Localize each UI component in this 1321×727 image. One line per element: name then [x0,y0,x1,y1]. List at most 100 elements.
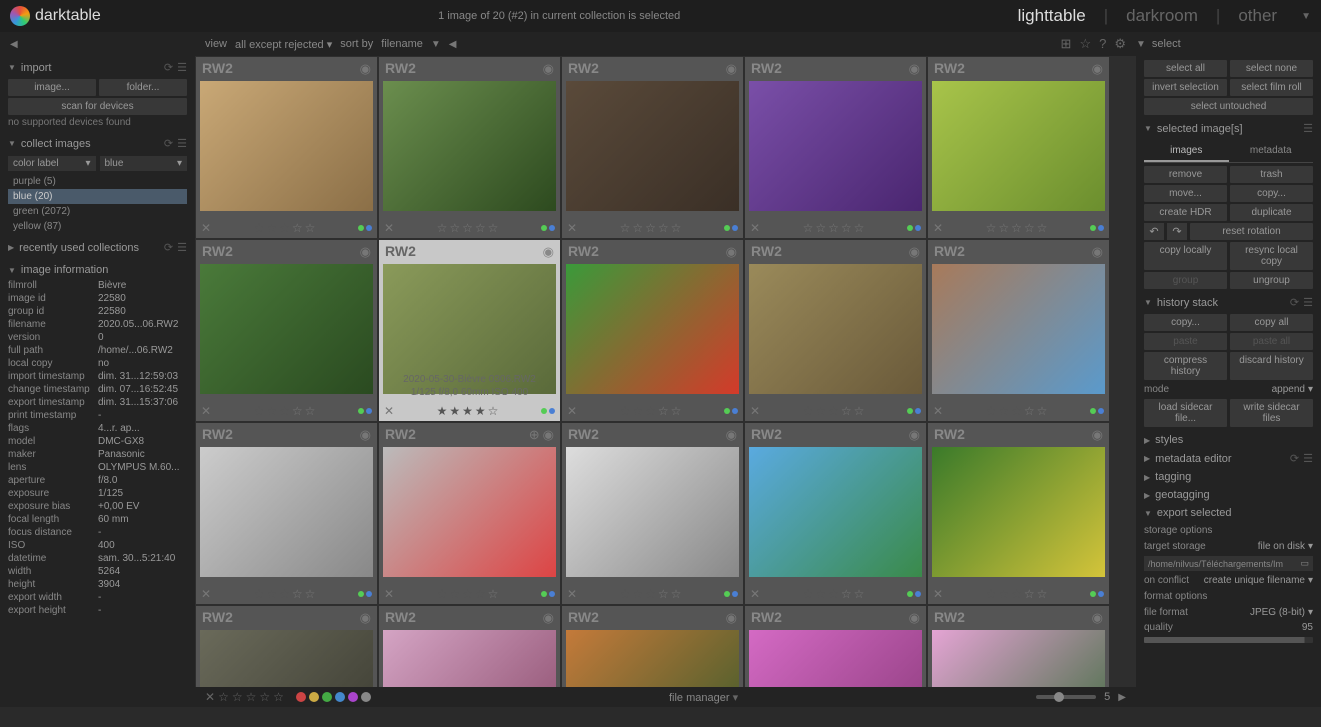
rating-filter[interactable]: ✕☆☆☆☆☆ [205,690,284,704]
thumbnail[interactable]: RW2◉ [195,605,378,687]
thumb-rating[interactable]: ★★★☆☆ [620,404,682,418]
preset-icon[interactable]: ☰ [177,137,187,150]
thumbnail[interactable]: RW2◉✕★★★☆☆ [744,422,927,605]
help-icon[interactable]: ? [1099,36,1106,52]
chevron-down-icon[interactable]: ▼ [1301,11,1311,22]
quality-slider[interactable] [1144,637,1313,643]
group-button[interactable]: group [1144,272,1227,289]
reject-icon[interactable]: ✕ [750,587,760,601]
collect-value-select[interactable]: blue▾ [100,156,188,171]
selected-images-header[interactable]: ▼selected image[s] ☰ [1144,119,1313,138]
star-icon[interactable]: ☆ [1079,36,1091,52]
thumb-rating[interactable]: ☆☆☆☆☆ [437,221,499,235]
reject-icon[interactable]: ✕ [567,221,577,235]
invert-selection-button[interactable]: invert selection [1144,79,1227,96]
sort-dir-icon[interactable]: ▼ [431,39,441,50]
reject-icon[interactable]: ✕ [201,221,211,235]
reject-icon[interactable]: ✕ [750,404,760,418]
preset-icon[interactable]: ☰ [1303,452,1313,465]
thumbnail[interactable]: RW2◉✕★★★☆☆ [195,56,378,239]
file-format-select[interactable]: JPEG (8-bit) ▾ [1250,607,1313,618]
select-film-roll-button[interactable]: select film roll [1230,79,1313,96]
info-header[interactable]: ▼image information [8,261,187,279]
thumbnail[interactable]: RW2◉✕☆☆☆☆☆ [744,56,927,239]
thumb-rating[interactable]: ★★★☆☆ [986,404,1048,418]
reject-icon[interactable]: ✕ [933,404,943,418]
load-sidecar-button[interactable]: load sidecar file... [1144,399,1227,427]
recent-header[interactable]: ▶recently used collections ⟳☰ [8,238,187,257]
tab-metadata[interactable]: metadata [1229,141,1314,162]
filter-item[interactable]: blue (20) [8,189,187,204]
styles-header[interactable]: ▶styles [1144,431,1313,449]
thumbnail[interactable]: RW2◉✕★★★☆☆ [561,239,744,422]
ungroup-button[interactable]: ungroup [1230,272,1313,289]
rotate-cw-button[interactable]: ↷ [1167,223,1187,240]
geotagging-header[interactable]: ▶geotagging [1144,486,1313,504]
conflict-select[interactable]: create unique filename ▾ [1204,575,1313,586]
reject-icon[interactable]: ✕ [933,221,943,235]
reset-icon[interactable]: ⟳ [164,241,173,254]
thumbnail[interactable]: RW2◉ [744,605,927,687]
export-path-input[interactable]: /home/nilvus/Téléchargements/Im [1148,559,1296,569]
mode-lighttable[interactable]: lighttable [1018,6,1086,26]
thumb-rating[interactable]: ★★★☆☆ [254,587,316,601]
thumb-rating[interactable]: ★★★☆☆ [803,404,865,418]
collect-header[interactable]: ▼collect images ⟳☰ [8,134,187,153]
thumb-rating[interactable]: ★★★☆☆ [254,404,316,418]
write-sidecar-button[interactable]: write sidecar files [1230,399,1313,427]
thumbnail[interactable]: RW2◉✕★★★☆☆ [195,422,378,605]
preset-icon[interactable]: ☰ [1303,122,1313,135]
compress-history-button[interactable]: compress history [1144,352,1227,380]
reject-icon[interactable]: ✕ [384,404,394,418]
preset-icon[interactable]: ☰ [177,61,187,74]
history-paste-button[interactable]: paste [1144,333,1227,350]
reset-icon[interactable]: ⟳ [1290,296,1299,309]
select-none-button[interactable]: select none [1230,60,1313,77]
move-button[interactable]: move... [1144,185,1227,202]
sort-dropdown[interactable]: filename [381,38,423,50]
trash-button[interactable]: trash [1230,166,1313,183]
import-header[interactable]: ▼import ⟳☰ [8,58,187,77]
thumb-rating[interactable]: ☆☆☆☆☆ [620,221,682,235]
duplicate-button[interactable]: duplicate [1230,204,1313,221]
reject-icon[interactable]: ✕ [201,404,211,418]
thumbnail[interactable]: RW2◉✕★★★☆☆ [195,239,378,422]
discard-history-button[interactable]: discard history [1230,352,1313,380]
thumbnail[interactable]: RW2⊕◉✕★★★★☆ [378,422,561,605]
color-filter[interactable] [296,692,371,702]
reject-icon[interactable]: ✕ [750,221,760,235]
reject-icon[interactable]: ✕ [567,587,577,601]
select-all-button[interactable]: select all [1144,60,1227,77]
thumbnail[interactable]: RW2◉✕☆☆☆☆☆ [927,56,1110,239]
mode-darkroom[interactable]: darkroom [1126,6,1198,26]
history-copy-all-button[interactable]: copy all [1230,314,1313,331]
reject-icon[interactable]: ✕ [384,221,394,235]
tab-images[interactable]: images [1144,141,1229,162]
remove-button[interactable]: remove [1144,166,1227,183]
import-image-button[interactable]: image... [8,79,96,96]
thumb-rating[interactable]: ☆☆☆☆☆ [986,221,1048,235]
reject-icon[interactable]: ✕ [567,404,577,418]
thumb-rating[interactable]: ★★★★☆ [437,404,499,418]
preset-icon[interactable]: ☰ [177,241,187,254]
select-module-title[interactable]: select [1152,38,1311,50]
reset-icon[interactable]: ⟳ [164,137,173,150]
grid-icon[interactable]: ⊞ [1061,36,1072,52]
thumbnail[interactable]: RW2◉✕★★★☆☆ [927,422,1110,605]
thumb-rating[interactable]: ★★★☆☆ [254,221,316,235]
thumbnail[interactable]: RW2◉✕☆☆☆☆☆ [378,56,561,239]
reset-icon[interactable]: ⟳ [164,61,173,74]
filter-dropdown[interactable]: all except rejected ▾ [235,38,332,51]
zoom-slider[interactable] [1036,695,1096,699]
thumbnail[interactable]: RW2◉ [927,605,1110,687]
tagging-header[interactable]: ▶tagging [1144,468,1313,486]
thumb-rating[interactable]: ★★★☆☆ [803,587,865,601]
thumb-rating[interactable]: ★★★☆☆ [620,587,682,601]
export-header[interactable]: ▼export selected [1144,504,1313,522]
thumbnail[interactable]: RW2◉ [561,605,744,687]
panel-collapse-right[interactable]: ▼ [1136,39,1146,50]
gear-icon[interactable]: ⚙ [1114,36,1126,52]
view-mode-select[interactable]: file manager [669,692,730,704]
resync-button[interactable]: resync local copy [1230,242,1313,270]
panel-collapse-left[interactable]: ◀ [10,39,18,50]
